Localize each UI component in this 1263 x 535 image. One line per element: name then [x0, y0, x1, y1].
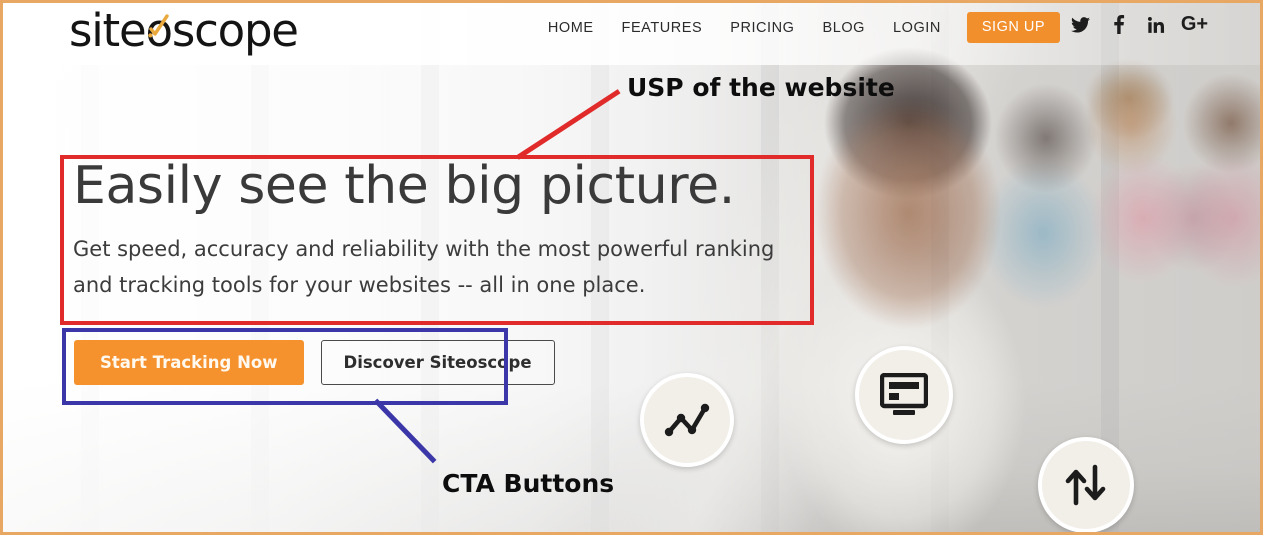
- social-links: G+: [1071, 14, 1208, 34]
- feature-badge-monitoring[interactable]: [855, 346, 953, 444]
- logo-text-site: site: [69, 4, 147, 57]
- sign-up-button[interactable]: SIGN UP: [966, 12, 1060, 43]
- nav-link-pricing[interactable]: PRICING: [716, 14, 808, 42]
- googleplus-icon[interactable]: G+: [1181, 14, 1208, 34]
- googleplus-glyph: G+: [1180, 13, 1209, 35]
- up-down-arrows-icon: [1065, 464, 1106, 506]
- site-logo[interactable]: siteo scope: [69, 4, 299, 58]
- cta-annotation-label: CTA Buttons: [442, 469, 615, 498]
- site-header: siteo scope HOME FEATURES PRICING BLOG LO…: [3, 3, 1260, 61]
- discover-siteoscope-button[interactable]: Discover Siteoscope: [320, 340, 555, 385]
- nav-link-home[interactable]: HOME: [534, 14, 608, 42]
- hero-copy-block: Easily see the big picture. Get speed, a…: [73, 155, 833, 303]
- twitter-icon[interactable]: [1071, 15, 1090, 34]
- webpage-screenshot: siteo scope HOME FEATURES PRICING BLOG LO…: [0, 0, 1263, 535]
- nav-link-blog[interactable]: BLOG: [809, 14, 880, 42]
- monitor-screen-icon: [880, 373, 928, 415]
- cta-button-row: Start Tracking Now Discover Siteoscope: [74, 340, 555, 385]
- feature-badge-analytics[interactable]: [640, 373, 734, 467]
- main-navigation: HOME FEATURES PRICING BLOG LOGIN SIGN UP: [534, 12, 1060, 43]
- line-chart-icon: [664, 403, 710, 437]
- hero-headline: Easily see the big picture.: [73, 156, 735, 216]
- logo-o-char: o: [145, 4, 173, 57]
- logo-text-scope: scope: [171, 4, 299, 57]
- linkedin-icon[interactable]: [1147, 15, 1166, 34]
- usp-annotation-label: USP of the website: [627, 73, 895, 102]
- nav-link-login[interactable]: LOGIN: [879, 14, 955, 42]
- start-tracking-now-button[interactable]: Start Tracking Now: [74, 340, 304, 385]
- facebook-icon[interactable]: [1109, 15, 1128, 34]
- logo-letter-o: o: [145, 4, 173, 58]
- feature-badge-rank-change[interactable]: [1038, 437, 1134, 532]
- hero-subheadline: Get speed, accuracy and reliability with…: [73, 237, 775, 297]
- nav-link-features[interactable]: FEATURES: [608, 14, 717, 42]
